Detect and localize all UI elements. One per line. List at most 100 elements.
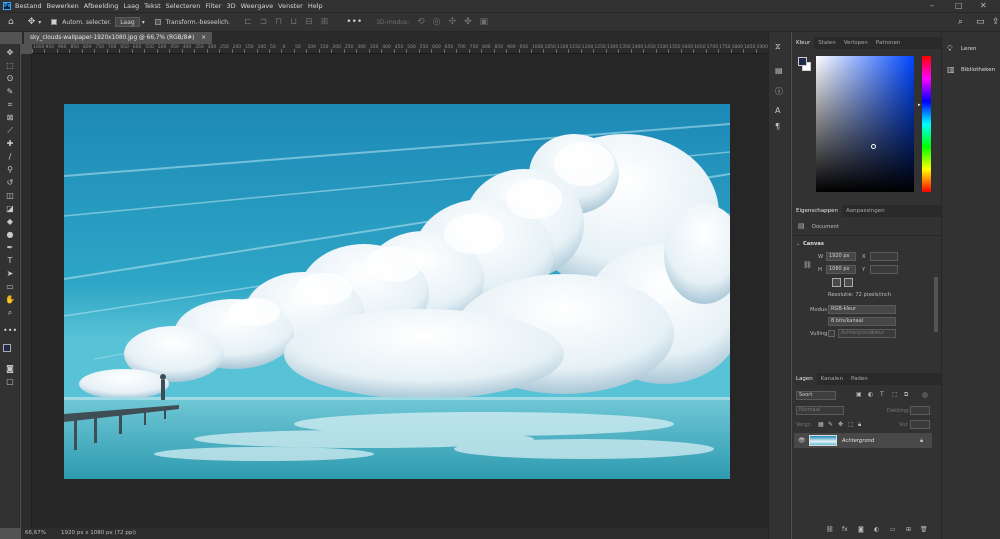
eraser-tool-icon[interactable]: ◫ xyxy=(3,189,17,202)
menu-afbeelding[interactable]: Afbeelding xyxy=(84,2,119,10)
type-tool-icon[interactable]: T xyxy=(3,254,17,267)
libraries-icon[interactable]: ▥ xyxy=(947,65,955,74)
tab-aanpassingen[interactable]: Aanpassingen xyxy=(842,205,889,217)
bit-depth-select[interactable]: 8 bits/kanaal xyxy=(828,317,896,326)
link-dimensions-icon[interactable]: ⛓ xyxy=(803,261,812,269)
layer-lock-icon[interactable]: 🔒︎ xyxy=(920,437,923,445)
move-tool-icon[interactable]: ✥ xyxy=(3,46,17,59)
zoom-level[interactable]: 66,67% xyxy=(25,528,46,539)
document-image[interactable] xyxy=(64,104,730,479)
tool-preset-chevron-icon[interactable]: ▾ xyxy=(38,19,41,26)
menu-bestand[interactable]: Bestand xyxy=(15,2,42,10)
add-mask-icon[interactable]: ◙ xyxy=(858,526,864,533)
landscape-orientation-button[interactable] xyxy=(844,278,853,287)
hue-slider-marker-icon[interactable]: ▸ xyxy=(918,102,921,108)
adjustments-panel-icon[interactable]: ▤ xyxy=(775,66,783,75)
layer-filter-select[interactable]: Soort xyxy=(796,391,836,400)
blend-mode-select[interactable]: Normaal xyxy=(796,406,844,415)
width-input[interactable]: 1920 px xyxy=(826,252,856,261)
transform-controls-toggle[interactable]: Transform.-beseelich. xyxy=(154,19,230,26)
new-group-icon[interactable]: ▭ xyxy=(890,526,896,533)
align-right-icon[interactable]: ⊓ xyxy=(275,17,282,27)
menu-help[interactable]: Help xyxy=(308,2,323,10)
path-select-tool-icon[interactable]: ➤ xyxy=(3,267,17,280)
align-bottom-icon[interactable]: ⊞ xyxy=(321,17,329,27)
edit-toolbar-icon[interactable]: ••• xyxy=(3,324,17,337)
auto-select-toggle[interactable]: Autom. selecter. xyxy=(51,19,111,26)
x-input[interactable] xyxy=(870,252,898,261)
history-panel-icon[interactable]: ⧖ xyxy=(775,42,781,52)
dodge-tool-icon[interactable]: ● xyxy=(3,228,17,241)
close-window-button[interactable]: ✕ xyxy=(980,1,987,10)
info-panel-icon[interactable]: ⓘ xyxy=(775,86,783,97)
tab-stalen[interactable]: Stalen xyxy=(814,37,839,49)
delete-layer-icon[interactable]: 🗑︎ xyxy=(920,526,928,533)
home-icon[interactable]: ⌂ xyxy=(8,17,14,27)
quick-mask-icon[interactable]: ◙ xyxy=(3,362,17,375)
3d-scale-icon[interactable]: ▣ xyxy=(480,17,489,27)
menu-filter[interactable]: Filter xyxy=(205,2,221,10)
select-chevron-icon[interactable]: ▾ xyxy=(142,19,145,26)
pen-tool-icon[interactable]: ✒ xyxy=(3,241,17,254)
canvas-chevron-icon[interactable]: ⌄ xyxy=(796,241,800,247)
3d-roll-icon[interactable]: ◎ xyxy=(433,17,441,27)
close-document-button[interactable]: × xyxy=(201,35,206,41)
tab-verlopen[interactable]: Verlopen xyxy=(840,37,872,49)
quick-select-tool-icon[interactable]: ✎ xyxy=(3,85,17,98)
link-layers-icon[interactable]: ⛓ xyxy=(826,526,834,533)
opacity-input[interactable] xyxy=(910,406,930,415)
transform-checkbox[interactable] xyxy=(154,19,161,25)
zoom-tool-icon[interactable]: ⌕ xyxy=(3,306,17,319)
color-picker-handle[interactable] xyxy=(871,144,876,149)
maximize-button[interactable]: □ xyxy=(955,1,963,10)
3d-orbit-icon[interactable]: ⟲ xyxy=(417,17,425,27)
layer-row-achtergrond[interactable]: 👁︎ Achtergrond 🔒︎ xyxy=(794,433,932,448)
character-panel-icon[interactable]: A xyxy=(775,106,780,115)
menu-venster[interactable]: Venster xyxy=(278,2,303,10)
new-layer-icon[interactable]: ⊞ xyxy=(906,526,911,533)
blur-tool-icon[interactable]: ◆ xyxy=(3,215,17,228)
lock-position-icon[interactable]: ✥ xyxy=(838,421,843,428)
filter-shape-icon[interactable]: ⬚ xyxy=(892,391,898,398)
crop-tool-icon[interactable]: ⌗ xyxy=(3,98,17,111)
minimize-button[interactable]: – xyxy=(930,1,934,10)
marquee-tool-icon[interactable]: ⬚ xyxy=(3,59,17,72)
3d-slide-icon[interactable]: ✤ xyxy=(464,17,472,27)
workspace-icon[interactable]: ▭ xyxy=(976,17,985,27)
search-icon[interactable]: ⌕ xyxy=(958,17,963,27)
move-tool-icon[interactable]: ✥ xyxy=(28,17,36,27)
align-center-icon[interactable]: ⊐ xyxy=(260,17,268,27)
menu-laag[interactable]: Laag xyxy=(123,2,139,10)
properties-scrollbar[interactable] xyxy=(934,277,938,332)
lightbulb-icon[interactable]: 💡︎ xyxy=(947,44,953,54)
height-input[interactable]: 1080 px xyxy=(826,265,856,274)
menu-bewerken[interactable]: Bewerken xyxy=(47,2,79,10)
fill-input[interactable] xyxy=(910,420,930,429)
layer-visibility-eye-icon[interactable]: 👁︎ xyxy=(798,437,806,444)
paragraph-panel-icon[interactable]: ¶ xyxy=(775,122,780,131)
filter-adjustment-icon[interactable]: ◐ xyxy=(868,391,873,398)
tab-paden[interactable]: Paden xyxy=(847,373,872,385)
tab-kleur[interactable]: Kleur xyxy=(792,37,815,49)
eyedropper-tool-icon[interactable]: ⟋ xyxy=(3,124,17,137)
tab-eigenschappen[interactable]: Eigenschappen xyxy=(792,205,842,217)
fill-select[interactable]: Achtergrondkleur xyxy=(838,329,896,338)
lock-artboard-icon[interactable]: ⬚ xyxy=(848,421,854,428)
filter-pixel-icon[interactable]: ▣ xyxy=(856,391,862,398)
filter-smart-object-icon[interactable]: ⧉ xyxy=(904,391,908,399)
mode-select[interactable]: RGB-kleur xyxy=(828,305,896,314)
tab-patronen[interactable]: Patronen xyxy=(872,37,904,49)
libraries-label[interactable]: Bibliotheken xyxy=(961,67,995,73)
filter-toggle[interactable] xyxy=(922,392,928,398)
lock-pixels-icon[interactable]: ✎ xyxy=(828,421,833,428)
paint-bucket-tool-icon[interactable]: ◪ xyxy=(3,202,17,215)
align-middle-icon[interactable]: ⊟ xyxy=(305,17,313,27)
healing-brush-tool-icon[interactable]: ✚ xyxy=(3,137,17,150)
lock-transparency-icon[interactable]: ▦ xyxy=(818,421,824,428)
lock-all-icon[interactable]: 🔒︎ xyxy=(858,421,861,429)
menu-3d[interactable]: 3D xyxy=(226,2,235,10)
more-options-icon[interactable]: ••• xyxy=(346,17,362,27)
layer-style-icon[interactable]: fx xyxy=(842,526,848,533)
lasso-tool-icon[interactable]: ʘ xyxy=(3,72,17,85)
frame-tool-icon[interactable]: ⊠ xyxy=(3,111,17,124)
